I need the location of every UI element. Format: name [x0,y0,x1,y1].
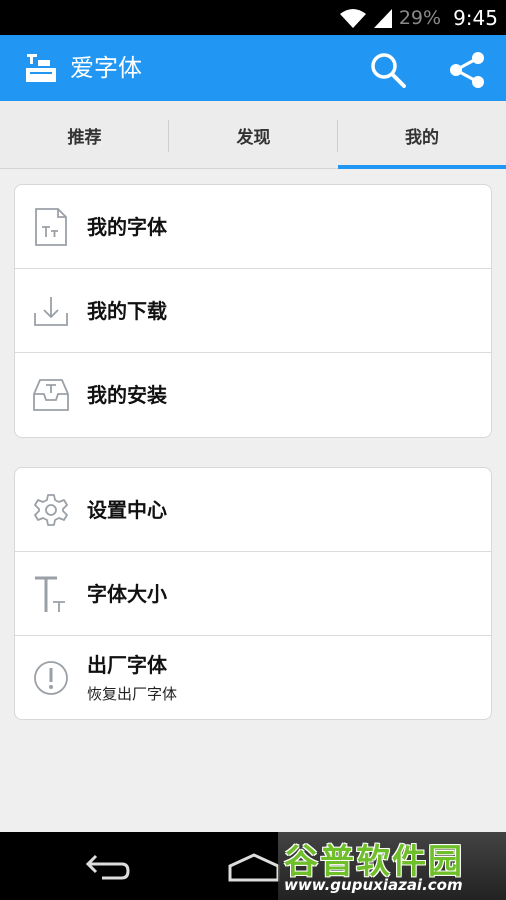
tab-recommend[interactable]: 推荐 [0,101,169,169]
status-bar-right: 29% 9:45 [339,0,498,35]
menu-item-label: 字体大小 [87,582,167,606]
menu-item-label: 我的字体 [87,215,167,239]
tab-bar: 推荐 发现 我的 [0,101,506,169]
back-icon[interactable] [84,852,132,882]
watermark-url: www.gupuxiazai.com [284,876,463,894]
menu-item-my-fonts[interactable]: 我的字体 [15,185,491,269]
watermark: 谷普软件园 www.gupuxiazai.com [278,832,506,900]
gear-icon [31,488,71,532]
menu-item-sublabel: 恢复出厂字体 [87,685,178,703]
share-icon[interactable] [446,50,488,90]
menu-item-settings[interactable]: 设置中心 [15,468,491,552]
menu-item-label: 设置中心 [87,498,167,522]
install-tray-icon [31,373,71,417]
download-icon [31,289,71,333]
my-items-card: 我的字体 我的下载 我的安装 [14,184,492,438]
status-bar: 29% 9:45 [0,0,506,35]
tab-mine[interactable]: 我的 [338,101,506,169]
app-title: 爱字体 [70,54,142,82]
app-bar: 爱字体 [0,35,506,101]
menu-item-label: 我的下载 [87,299,167,323]
menu-item-my-installs[interactable]: 我的安装 [15,353,491,437]
clock: 9:45 [453,5,498,30]
home-icon[interactable] [226,852,282,882]
menu-item-factory-font[interactable]: 出厂字体 恢复出厂字体 [15,636,491,719]
alert-circle-icon [31,656,71,700]
menu-item-font-size[interactable]: 字体大小 [15,552,491,636]
menu-item-my-downloads[interactable]: 我的下载 [15,269,491,353]
menu-item-label: 出厂字体 [87,653,167,677]
menu-item-label: 我的安装 [87,383,167,407]
tab-discover[interactable]: 发现 [169,101,338,169]
font-size-icon [31,572,71,616]
app-logo-icon [26,54,56,82]
my-fonts-icon [31,205,71,249]
search-icon[interactable] [368,50,408,90]
settings-card: 设置中心 字体大小 出厂字体 恢复出厂字体 [14,467,492,720]
battery-percentage: 29% [398,6,442,29]
tab-selected-indicator [338,165,506,169]
signal-icon [373,8,392,28]
wifi-icon [339,8,366,28]
